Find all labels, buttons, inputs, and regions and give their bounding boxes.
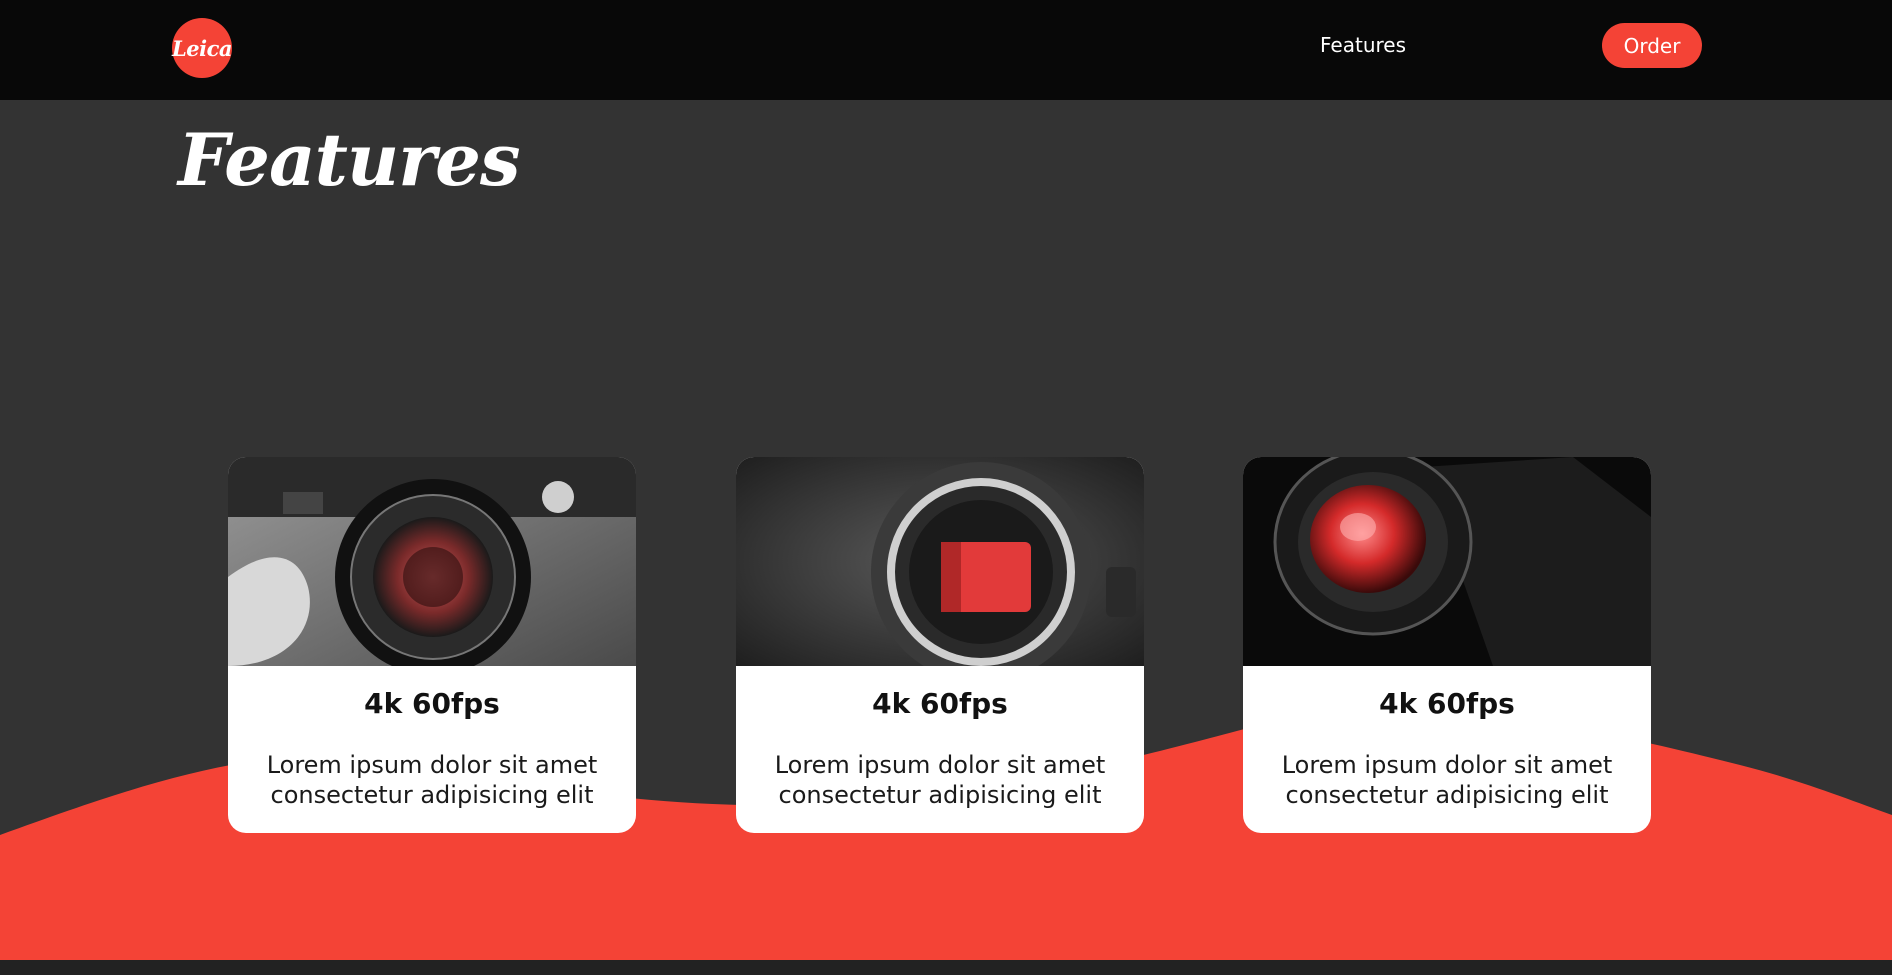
camera-mount-illustration bbox=[736, 457, 1144, 666]
card-title: 4k 60fps bbox=[1379, 687, 1515, 720]
nav-link-features[interactable]: Features bbox=[1320, 30, 1406, 60]
feature-card: 4k 60fps Lorem ipsum dolor sit amet cons… bbox=[1243, 457, 1651, 833]
card-title: 4k 60fps bbox=[872, 687, 1008, 720]
page-title: Features bbox=[178, 117, 521, 202]
order-button[interactable]: Order bbox=[1602, 23, 1702, 68]
footer-strip bbox=[0, 960, 1892, 975]
card-description: Lorem ipsum dolor sit amet consectetur a… bbox=[266, 751, 598, 809]
feature-card: 4k 60fps Lorem ipsum dolor sit amet cons… bbox=[736, 457, 1144, 833]
features-page: Leica Features Order Features 4k 60fps L… bbox=[0, 0, 1892, 975]
camera-sensor-image bbox=[736, 457, 1144, 666]
lens-illustration bbox=[1243, 457, 1651, 666]
leica-logo[interactable]: Leica bbox=[172, 18, 233, 78]
camera-front-illustration bbox=[228, 457, 636, 666]
feature-card: 4k 60fps Lorem ipsum dolor sit amet cons… bbox=[228, 457, 636, 833]
camera-lens-image bbox=[228, 457, 636, 666]
red-lens-image bbox=[1243, 457, 1651, 666]
card-description: Lorem ipsum dolor sit amet consectetur a… bbox=[774, 751, 1106, 809]
card-description: Lorem ipsum dolor sit amet consectetur a… bbox=[1281, 751, 1613, 809]
card-title: 4k 60fps bbox=[364, 687, 500, 720]
navbar: Leica Features Order bbox=[0, 0, 1892, 100]
